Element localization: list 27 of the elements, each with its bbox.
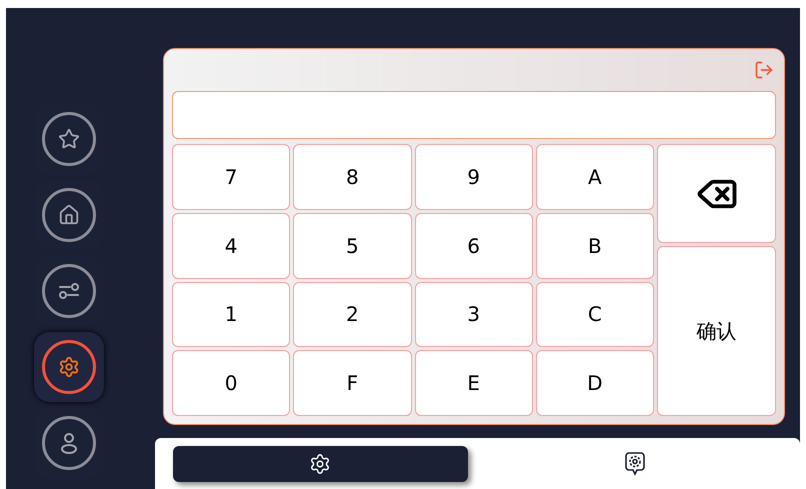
key-button[interactable]: 7 <box>172 144 290 210</box>
confirm-button[interactable]: 确认 <box>657 246 776 416</box>
key-button[interactable]: 4 <box>172 212 290 278</box>
key-button[interactable]: C <box>536 282 654 348</box>
key-button[interactable]: A <box>536 144 654 210</box>
logout-icon <box>754 60 774 80</box>
settings-icon <box>58 356 80 378</box>
settings-pin-icon <box>624 450 646 476</box>
settings-icon <box>309 452 332 474</box>
star-icon <box>58 128 80 150</box>
key-button[interactable]: 9 <box>414 144 533 210</box>
nav-button[interactable] <box>34 332 104 402</box>
key-button[interactable]: 8 <box>293 144 412 210</box>
key-button[interactable]: B <box>536 212 654 278</box>
key-button[interactable]: 5 <box>293 212 412 278</box>
key-button[interactable]: F <box>293 350 412 416</box>
key-button[interactable]: 3 <box>414 282 533 348</box>
backspace-button[interactable] <box>657 144 776 243</box>
key-button[interactable]: 6 <box>414 212 533 278</box>
key-button[interactable]: D <box>536 350 654 416</box>
key-button[interactable]: E <box>414 350 533 416</box>
key-button[interactable]: 1 <box>172 282 290 348</box>
tab[interactable] <box>173 446 468 482</box>
key-button[interactable]: 2 <box>293 282 412 348</box>
home-icon <box>58 204 80 226</box>
input-field[interactable] <box>172 91 776 139</box>
key-button[interactable]: 0 <box>172 350 290 416</box>
